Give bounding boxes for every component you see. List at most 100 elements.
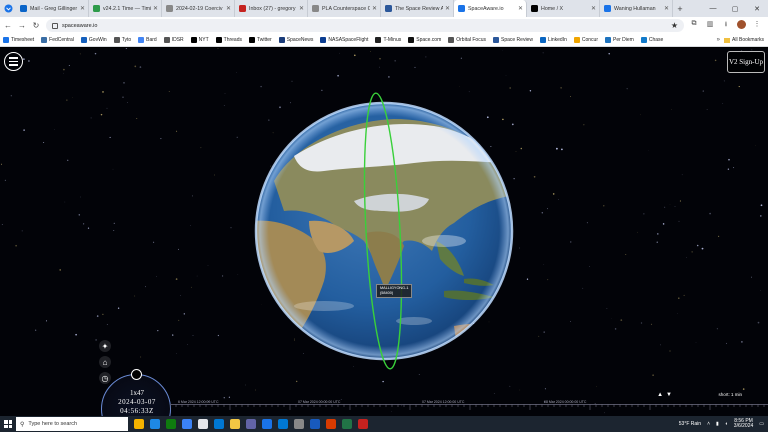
browser-tab[interactable]: Mail - Greg Gillinger ✕ bbox=[16, 0, 89, 17]
tab-search-button[interactable] bbox=[0, 0, 16, 17]
pinned-app-icon[interactable] bbox=[262, 419, 272, 429]
volume-icon[interactable]: ◖ bbox=[725, 421, 728, 427]
bookmark-item[interactable]: T-Minus bbox=[375, 37, 401, 43]
bookmark-favicon-icon bbox=[80, 37, 87, 43]
profile-avatar[interactable] bbox=[737, 20, 746, 29]
bookmark-label: Chase bbox=[648, 37, 664, 43]
browser-tab[interactable]: PLA Counterspace C ✕ bbox=[308, 0, 381, 17]
bookmark-item[interactable]: Space.com bbox=[408, 37, 441, 43]
home-icon[interactable]: ⌂ bbox=[99, 356, 111, 368]
bookmark-item[interactable]: FedCentral bbox=[41, 37, 74, 43]
browser-tab[interactable]: The Space Review A ✕ bbox=[381, 0, 454, 17]
extensions-icon[interactable]: ⧉ bbox=[689, 20, 699, 31]
history-clock-icon[interactable]: ◷ bbox=[99, 372, 111, 384]
browser-tab[interactable]: SpaceAware.io ✕ bbox=[454, 0, 527, 17]
pinned-app-icon[interactable] bbox=[150, 419, 160, 429]
sidebar-icon[interactable]: ▥ bbox=[705, 20, 715, 31]
orbit-track-layer bbox=[359, 92, 407, 370]
close-tab-icon[interactable]: ✕ bbox=[445, 5, 450, 12]
forward-button[interactable]: → bbox=[16, 21, 28, 30]
bookmark-item[interactable]: Bard bbox=[138, 37, 157, 43]
toolbar-icons: ⧉ ▥ ⭳ ⋮ bbox=[689, 20, 762, 31]
bookmark-favicon-icon bbox=[320, 37, 327, 43]
bookmark-favicon-icon bbox=[492, 37, 499, 43]
close-tab-icon[interactable]: ✕ bbox=[518, 5, 523, 12]
tab-title: Home / X bbox=[541, 5, 564, 12]
pinned-app-icon[interactable] bbox=[182, 419, 192, 429]
pinned-app-icon[interactable] bbox=[198, 419, 208, 429]
browser-tab[interactable]: Home / X ✕ bbox=[527, 0, 600, 17]
browser-tab[interactable]: Inbox (27) - gregory ✕ bbox=[235, 0, 308, 17]
bookmark-item[interactable]: Space Review bbox=[492, 37, 533, 43]
downloads-icon[interactable]: ⭳ bbox=[721, 20, 731, 31]
url-bar[interactable]: spaceaware.io ★ bbox=[46, 19, 684, 32]
pinned-app-icon[interactable] bbox=[294, 419, 304, 429]
satellite-label[interactable]: MALLIGYONG-1 (58400) bbox=[376, 284, 413, 298]
bookmark-label: FedCentral bbox=[49, 37, 74, 43]
more-bookmarks-button[interactable]: » bbox=[717, 37, 720, 43]
bookmark-item[interactable]: GovWin bbox=[80, 37, 107, 43]
globe-viewport[interactable]: V2 Sign-Up MALLIGYONG-1 (58400) ✦ ⌂ ◷ 1x… bbox=[0, 48, 768, 416]
bookmark-item[interactable]: SpaceNews bbox=[278, 37, 313, 43]
close-tab-icon[interactable]: ✕ bbox=[591, 5, 596, 12]
orbit-track[interactable] bbox=[359, 92, 407, 370]
all-bookmarks-button[interactable]: All Bookmarks bbox=[724, 37, 764, 43]
start-button[interactable] bbox=[0, 420, 16, 428]
browser-tab[interactable]: Waning Hullaman ✕ bbox=[600, 0, 673, 17]
back-button[interactable]: ← bbox=[2, 21, 14, 30]
site-info-icon[interactable] bbox=[52, 22, 58, 29]
bookmark-item[interactable]: Twitter bbox=[249, 37, 272, 43]
zoom-out-icon[interactable]: ▼ bbox=[666, 392, 672, 398]
timeline[interactable]: 6 Mar 2024 12:00:00 UTC 07 Mar 2024 00:0… bbox=[170, 400, 768, 416]
tab-strip: Mail - Greg Gillinger ✕ v24.2.1 Time — Tim… bbox=[0, 0, 768, 17]
maximize-button[interactable]: ▢ bbox=[724, 0, 746, 17]
bookmark-item[interactable]: IDSR bbox=[163, 37, 184, 43]
bookmark-item[interactable]: NYT bbox=[190, 37, 209, 43]
browser-tab[interactable]: 2024-02-19 Coerciv ✕ bbox=[162, 0, 235, 17]
close-tab-icon[interactable]: ✕ bbox=[664, 5, 669, 12]
weather-status[interactable]: 53°F Rain bbox=[679, 421, 701, 427]
tray-arrow-icon[interactable]: ˄ bbox=[707, 421, 710, 427]
pinned-app-icon[interactable] bbox=[166, 419, 176, 429]
bookmark-item[interactable]: Concur bbox=[573, 37, 598, 43]
pinned-app-icon[interactable] bbox=[214, 419, 224, 429]
browser-tab[interactable]: v24.2.1 Time — Timi ✕ bbox=[89, 0, 162, 17]
taskbar-search[interactable]: ⚲ Type here to search bbox=[16, 417, 128, 431]
pinned-app-icon[interactable] bbox=[230, 419, 240, 429]
new-tab-button[interactable]: + bbox=[673, 0, 687, 17]
close-tab-icon[interactable]: ✕ bbox=[153, 5, 158, 12]
bookmark-label: NASASpaceFlight bbox=[328, 37, 369, 43]
search-icon: ⚲ bbox=[20, 421, 25, 428]
bookmark-star-icon[interactable]: ★ bbox=[671, 21, 678, 30]
reload-button[interactable]: ↻ bbox=[30, 21, 42, 30]
bookmark-item[interactable]: LinkedIn bbox=[539, 37, 567, 43]
pinned-app-icon[interactable] bbox=[358, 419, 368, 429]
close-tab-icon[interactable]: ✕ bbox=[372, 5, 377, 12]
close-tab-icon[interactable]: ✕ bbox=[299, 5, 304, 12]
close-tab-icon[interactable]: ✕ bbox=[226, 5, 231, 12]
bookmark-item[interactable]: Threads bbox=[215, 37, 242, 43]
zoom-in-icon[interactable]: ▲ bbox=[657, 392, 663, 398]
time-rate-knob[interactable] bbox=[131, 369, 142, 380]
bookmark-favicon-icon bbox=[448, 37, 455, 43]
pinned-app-icon[interactable] bbox=[134, 419, 144, 429]
taskbar-clock[interactable]: 8:56 PM 3/6/2024 bbox=[734, 418, 753, 430]
pinned-app-icon[interactable] bbox=[310, 419, 320, 429]
network-icon[interactable]: ▮ bbox=[716, 421, 719, 427]
pinned-app-icon[interactable] bbox=[342, 419, 352, 429]
pinned-app-icon[interactable] bbox=[278, 419, 288, 429]
close-window-button[interactable]: ✕ bbox=[746, 0, 768, 17]
bookmark-item[interactable]: Timesheet bbox=[3, 37, 34, 43]
pinned-app-icon[interactable] bbox=[246, 419, 256, 429]
bookmark-item[interactable]: Tyto bbox=[113, 37, 131, 43]
browser-menu-icon[interactable]: ⋮ bbox=[752, 20, 762, 31]
minimize-button[interactable]: — bbox=[702, 0, 724, 17]
notifications-icon[interactable]: ▭ bbox=[759, 421, 764, 427]
satellite-icon[interactable]: ✦ bbox=[99, 340, 111, 352]
pinned-app-icon[interactable] bbox=[326, 419, 336, 429]
bookmark-item[interactable]: Chase bbox=[640, 37, 664, 43]
bookmark-item[interactable]: Per Diem bbox=[604, 37, 634, 43]
bookmark-item[interactable]: NASASpaceFlight bbox=[320, 37, 368, 43]
close-tab-icon[interactable]: ✕ bbox=[80, 5, 85, 12]
bookmark-item[interactable]: Orbital Focus bbox=[448, 37, 486, 43]
